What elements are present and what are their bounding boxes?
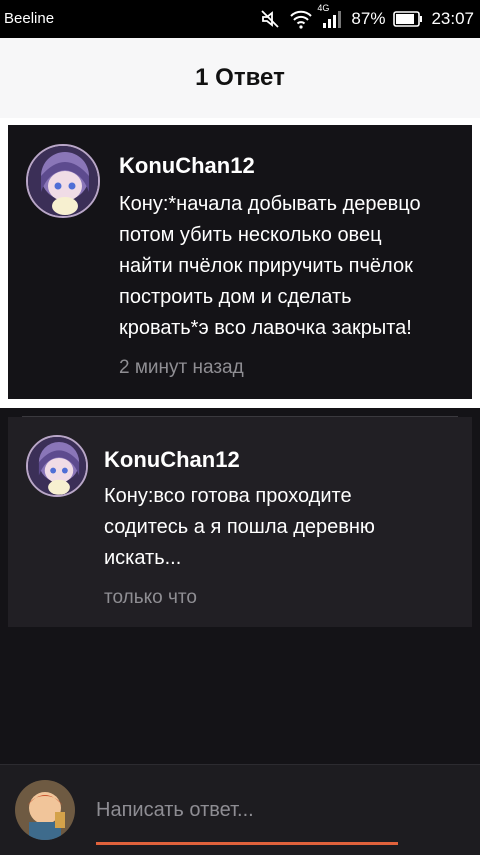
comment-message: Кону:*начала добывать деревцо потом убит… bbox=[119, 193, 421, 339]
network-type: 4G bbox=[317, 3, 330, 13]
battery-percent: 87% bbox=[351, 9, 386, 28]
reply-comment[interactable]: KonuChan12 Кону:всо готова проходите сод… bbox=[8, 417, 472, 627]
status-icons: 4G 87% 23:07 bbox=[259, 3, 474, 30]
signal-icon: 4G bbox=[317, 3, 343, 29]
avatar[interactable] bbox=[26, 144, 100, 218]
reply-composer: Написать ответ... bbox=[0, 764, 480, 855]
reply-username[interactable]: KonuChan12 bbox=[104, 447, 240, 473]
parent-comment-highlight: KonuChan12 Кону:*начала добывать деревцо… bbox=[0, 118, 480, 408]
reply-message: Кону:всо готова проходите содитесь а я п… bbox=[104, 485, 375, 569]
page-header: 1 Ответ bbox=[0, 38, 480, 118]
page-title: 1 Ответ bbox=[195, 64, 285, 91]
reply-input[interactable]: Написать ответ... bbox=[96, 795, 398, 845]
comment-timestamp: 2 минут назад bbox=[119, 357, 244, 378]
wifi-icon bbox=[289, 9, 313, 29]
status-bar: Beeline 4G 87% 23:07 bbox=[0, 0, 480, 38]
battery-icon bbox=[393, 11, 423, 27]
parent-comment[interactable]: KonuChan12 Кону:*начала добывать деревцо… bbox=[8, 125, 472, 399]
carrier-name: Beeline bbox=[4, 10, 55, 27]
input-underline bbox=[96, 842, 398, 845]
clock: 23:07 bbox=[431, 9, 474, 28]
my-avatar[interactable] bbox=[15, 780, 75, 840]
mute-icon bbox=[259, 8, 281, 30]
reply-timestamp: только что bbox=[104, 587, 197, 608]
avatar[interactable] bbox=[26, 435, 88, 497]
reply-input-placeholder: Написать ответ... bbox=[96, 799, 254, 821]
comment-username[interactable]: KonuChan12 bbox=[119, 153, 255, 179]
